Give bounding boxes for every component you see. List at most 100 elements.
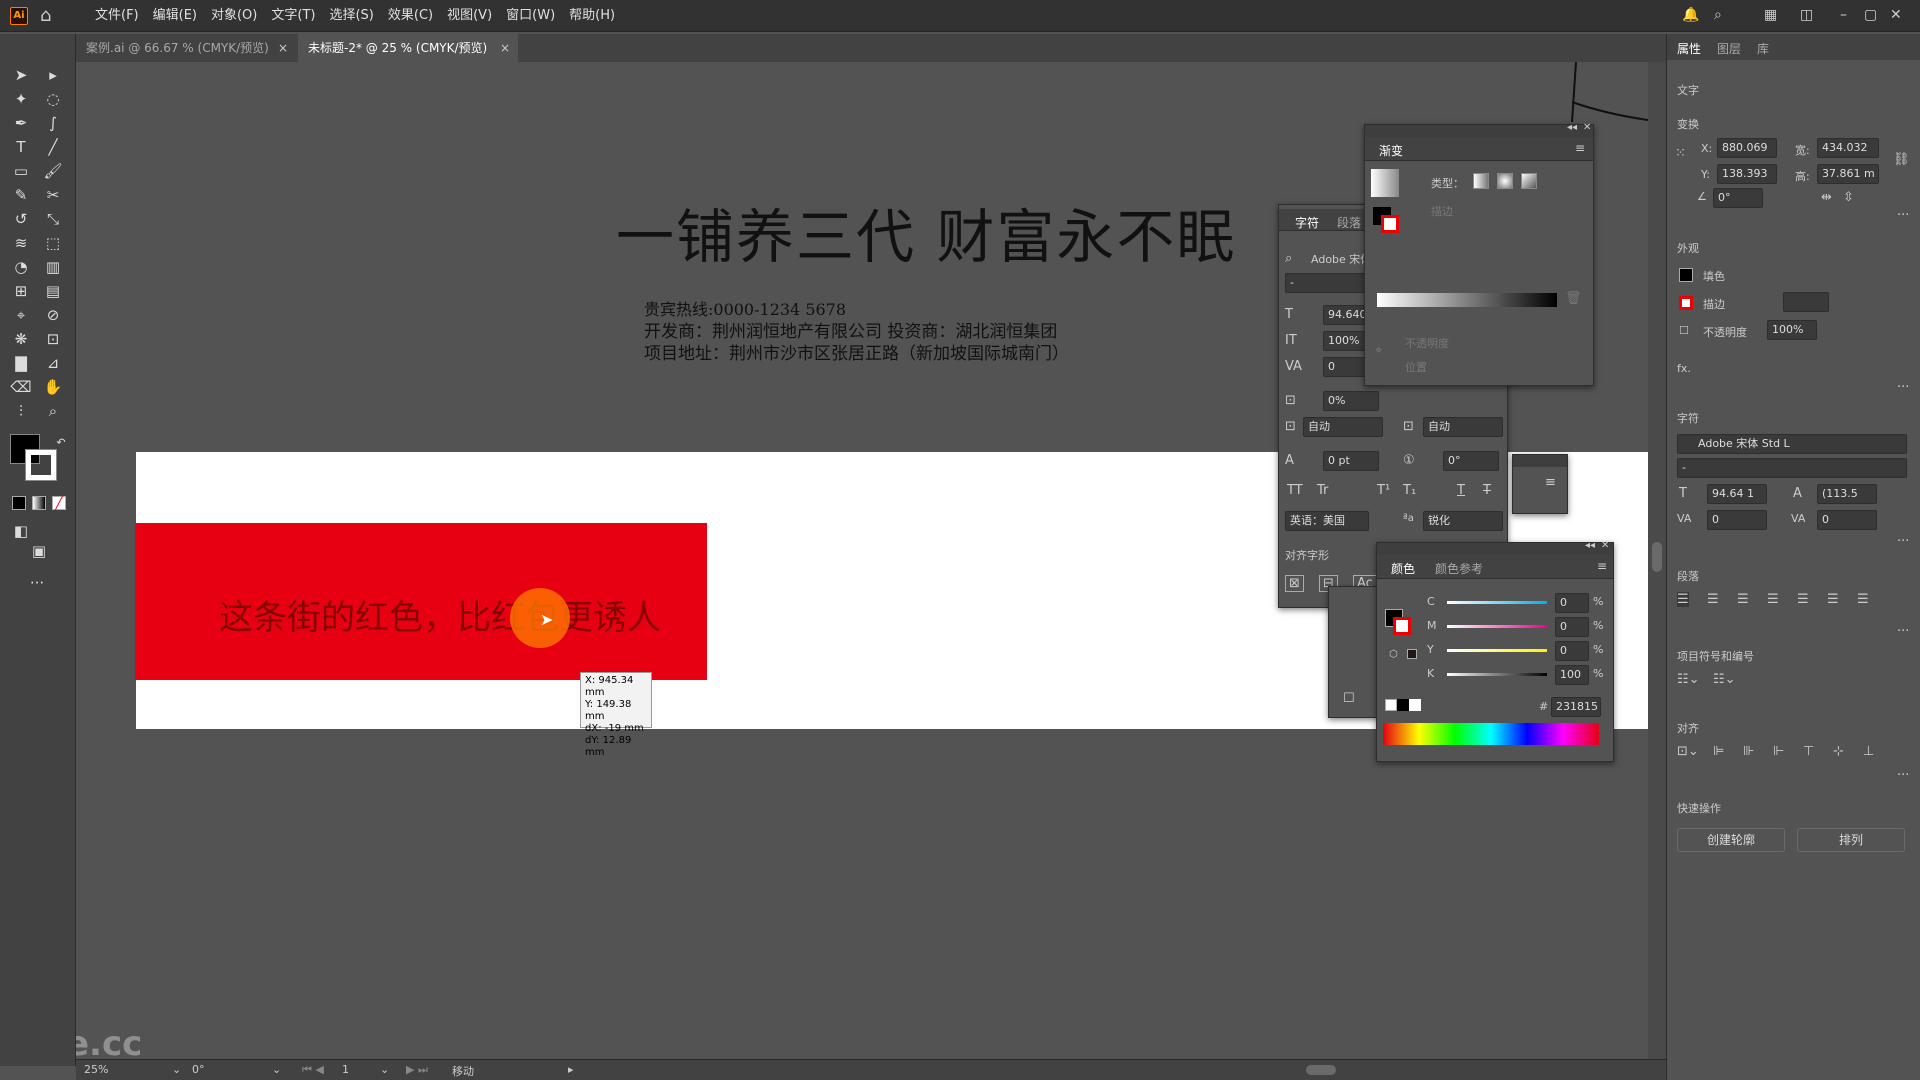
- tracking-field[interactable]: 0: [1817, 510, 1877, 530]
- align-top-edge-icon[interactable]: ⊤: [1803, 744, 1814, 759]
- color-spectrum[interactable]: [1383, 723, 1599, 745]
- scale-tool-icon[interactable]: ⤡: [42, 208, 64, 230]
- zoom-tool-icon[interactable]: ⌕: [42, 400, 64, 422]
- paintbrush-icon[interactable]: 🖌: [42, 160, 64, 182]
- stroke-weight-field[interactable]: [1783, 292, 1829, 312]
- scroll-thumb[interactable]: [1652, 542, 1662, 572]
- perspective-grid-icon[interactable]: ▥: [42, 256, 64, 278]
- panel-menu-icon[interactable]: ≡: [1575, 141, 1585, 155]
- out-of-gamut-icon[interactable]: ⬡: [1389, 649, 1398, 660]
- gradient-tool-icon[interactable]: ▤: [42, 280, 64, 302]
- zoom-level[interactable]: 25%: [84, 1063, 108, 1076]
- type-tool-icon[interactable]: T: [10, 136, 32, 158]
- eyedropper-icon[interactable]: ⌖: [1375, 343, 1382, 358]
- k-value[interactable]: 100: [1555, 665, 1589, 685]
- align-to-icon[interactable]: ⊡⌄: [1677, 744, 1699, 759]
- stroke-color-swatch[interactable]: [1679, 296, 1693, 310]
- gradient-mode-icon[interactable]: [32, 496, 46, 510]
- char-baseline[interactable]: 0 pt: [1323, 451, 1379, 471]
- reference-point-icon[interactable]: ⁙: [1675, 146, 1686, 161]
- m-value[interactable]: 0: [1555, 617, 1589, 637]
- stroke-swatch[interactable]: [25, 449, 57, 481]
- blend-tool-icon[interactable]: ⊘: [42, 304, 64, 326]
- strikethrough-icon[interactable]: T: [1483, 483, 1491, 498]
- black-swatch[interactable]: [1397, 699, 1409, 711]
- shaper-tool-icon[interactable]: ✎: [10, 184, 32, 206]
- tab-libraries[interactable]: 库: [1757, 40, 1769, 57]
- scissors-icon[interactable]: ✂: [42, 184, 64, 206]
- align-right-icon[interactable]: ☰: [1737, 592, 1749, 607]
- char-vertical-scale[interactable]: 100%: [1323, 331, 1369, 351]
- gamut-swatch[interactable]: [1407, 649, 1417, 659]
- hand-tool-icon[interactable]: ✋: [42, 376, 64, 398]
- font-family-field[interactable]: Adobe 宋体 Std L: [1677, 434, 1907, 454]
- status-menu-icon[interactable]: ▸: [568, 1063, 574, 1076]
- collapse-icon[interactable]: ◂◂: [1567, 122, 1577, 133]
- align-h-center-icon[interactable]: ⊪: [1743, 744, 1754, 759]
- tab-properties[interactable]: 属性: [1677, 40, 1701, 57]
- gradient-stroke-swatch[interactable]: [1381, 215, 1399, 233]
- tab-color[interactable]: 颜色: [1391, 560, 1415, 577]
- opacity-field[interactable]: 100%: [1767, 320, 1817, 340]
- swap-colors-icon[interactable]: ↶: [50, 432, 72, 454]
- menu-effect[interactable]: 效果(C): [381, 0, 440, 32]
- eraser-icon[interactable]: ⌫: [10, 376, 32, 398]
- align-v-center-icon[interactable]: ⊹: [1833, 744, 1844, 759]
- white-swatch[interactable]: [1409, 699, 1421, 711]
- menu-window[interactable]: 窗口(W): [499, 0, 562, 32]
- rectangle-tool-icon[interactable]: ▭: [10, 160, 32, 182]
- create-outlines-button[interactable]: 创建轮廓: [1677, 828, 1785, 852]
- font-style-field[interactable]: -: [1677, 458, 1907, 478]
- vertical-scrollbar[interactable]: [1648, 62, 1666, 1059]
- justify-center-icon[interactable]: ☰: [1797, 592, 1809, 607]
- artboard-tool-icon[interactable]: ⊡: [42, 328, 64, 350]
- menu-select[interactable]: 选择(S): [322, 0, 380, 32]
- close-icon[interactable]: ✕: [1583, 122, 1591, 133]
- char-auto-left[interactable]: 自动: [1303, 417, 1383, 437]
- home-icon[interactable]: ⌂: [40, 6, 60, 26]
- draw-mode-icon[interactable]: ◧: [10, 520, 32, 542]
- align-left-icon[interactable]: ☰: [1677, 592, 1689, 607]
- menu-object[interactable]: 对象(O): [204, 0, 264, 32]
- rotate-view[interactable]: 0°: [192, 1063, 205, 1076]
- width-field[interactable]: 434.032: [1817, 138, 1879, 158]
- subscript-icon[interactable]: T₁: [1403, 483, 1416, 498]
- collapse-icon[interactable]: ◂◂: [1585, 540, 1595, 551]
- shape-builder-icon[interactable]: ◔: [10, 256, 32, 278]
- tab-layers[interactable]: 图层: [1717, 40, 1741, 57]
- tab-character[interactable]: 字符: [1295, 214, 1319, 231]
- close-icon[interactable]: ×: [278, 34, 288, 62]
- char-language[interactable]: 英语：美国: [1285, 511, 1369, 531]
- close-window-icon[interactable]: ✕: [1890, 0, 1902, 32]
- align-left-edge-icon[interactable]: ⊫: [1713, 744, 1724, 759]
- selection-tool-icon[interactable]: ➤: [10, 64, 32, 86]
- justify-right-icon[interactable]: ☰: [1827, 592, 1839, 607]
- chevron-down-icon[interactable]: ⌄: [272, 1063, 281, 1076]
- new-swatch-icon[interactable]: ☐: [1343, 691, 1355, 706]
- y-value[interactable]: 0: [1555, 641, 1589, 661]
- linear-gradient-icon[interactable]: [1473, 173, 1489, 189]
- justify-left-icon[interactable]: ☰: [1767, 592, 1779, 607]
- bell-icon[interactable]: 🔔: [1682, 0, 1699, 32]
- gradient-title[interactable]: 渐变: [1379, 142, 1403, 159]
- menu-file[interactable]: 文件(F): [88, 0, 146, 32]
- page-number[interactable]: 1: [342, 1063, 349, 1076]
- symbol-sprayer-icon[interactable]: ❋: [10, 328, 32, 350]
- page-dropdown-icon[interactable]: ⌄: [380, 1063, 389, 1076]
- font-size-field[interactable]: 94.64 1: [1707, 484, 1767, 504]
- m-slider[interactable]: [1447, 625, 1547, 628]
- constrain-proportions-icon[interactable]: ⛓: [1893, 152, 1910, 167]
- warp-tool-icon[interactable]: ≋: [10, 232, 32, 254]
- x-field[interactable]: 880.069: [1717, 138, 1777, 158]
- none-swatch[interactable]: [1385, 699, 1397, 711]
- align-glyph-em-icon[interactable]: ⊠: [1285, 575, 1304, 592]
- gradient-slider[interactable]: [1377, 293, 1557, 307]
- justify-all-icon[interactable]: ☰: [1857, 592, 1869, 607]
- graph-tool-icon[interactable]: ▇: [10, 352, 32, 374]
- numbering-icon[interactable]: ☷⌄: [1713, 672, 1736, 687]
- tab-paragraph[interactable]: 段落: [1337, 214, 1361, 231]
- menu-edit[interactable]: 编辑(E): [146, 0, 204, 32]
- red-banner-text[interactable]: 这条街的红色，比红包更诱人: [219, 590, 661, 639]
- headline-text[interactable]: 一铺养三代 财富永不眠: [616, 190, 1236, 274]
- menu-help[interactable]: 帮助(H): [562, 0, 622, 32]
